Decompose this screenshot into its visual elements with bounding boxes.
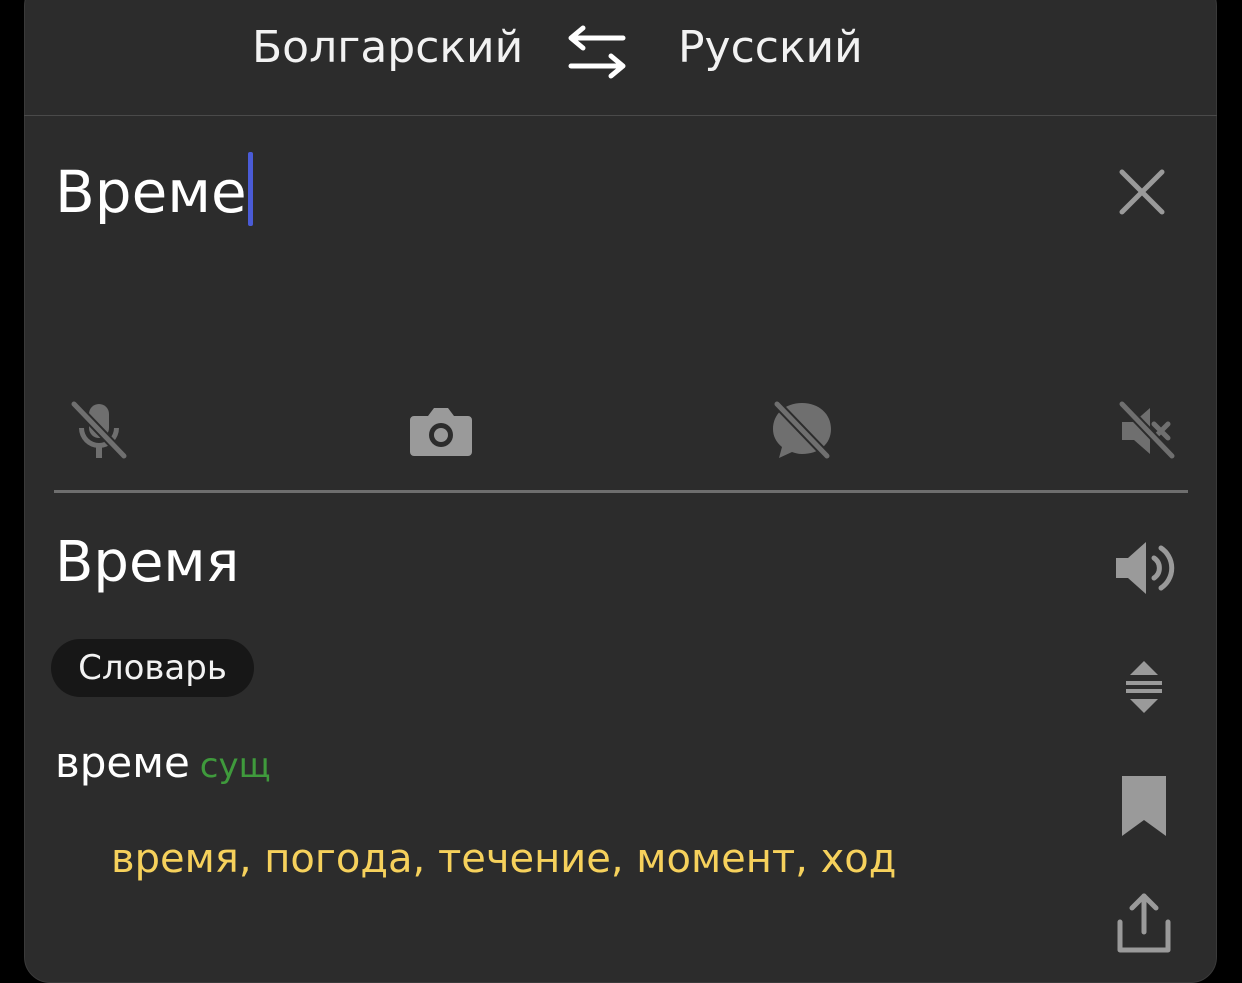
bookmark-icon[interactable] (1112, 774, 1176, 838)
sound-off-icon[interactable] (1114, 398, 1180, 464)
speaker-icon[interactable] (1112, 536, 1176, 600)
source-text-input[interactable]: Време (55, 152, 253, 226)
text-caret (247, 152, 253, 226)
share-icon[interactable] (1112, 892, 1176, 956)
expand-collapse-icon[interactable] (1112, 655, 1176, 719)
dictionary-entry: време сущ (55, 738, 271, 787)
entry-word: време (55, 738, 190, 787)
chat-off-icon[interactable] (769, 398, 835, 464)
dictionary-chip[interactable]: Словарь (51, 639, 254, 697)
camera-icon[interactable] (408, 398, 474, 464)
clear-input-icon[interactable] (1116, 166, 1168, 218)
swap-languages-icon[interactable] (565, 24, 629, 80)
source-text-value: Време (55, 158, 247, 226)
input-result-divider (54, 490, 1188, 493)
target-language-button[interactable]: Русский (678, 22, 863, 73)
microphone-off-icon[interactable] (66, 398, 132, 464)
translation-result: Время (55, 530, 240, 595)
part-of-speech-label: сущ (199, 746, 271, 786)
source-language-button[interactable]: Болгарский (252, 22, 523, 73)
translation-meanings[interactable]: время, погода, течение, момент, ход (111, 836, 896, 882)
